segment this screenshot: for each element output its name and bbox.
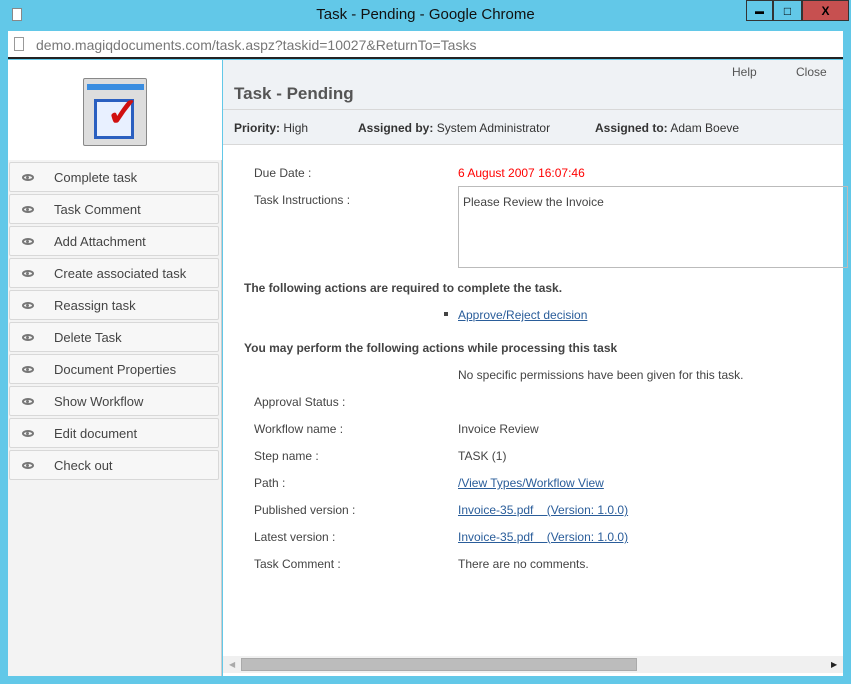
latest-version-link[interactable]: Invoice-35.pdf (Version: 1.0.0)	[458, 530, 628, 544]
minimize-button[interactable]: ▬	[746, 0, 773, 21]
window-title: Task - Pending - Google Chrome	[316, 6, 535, 23]
logo-area: ✓	[8, 60, 222, 160]
main-panel: Help Close Task - Pending Priority: High…	[223, 60, 848, 676]
sidebar-item-label: Create associated task	[54, 265, 187, 281]
instructions-label: Task Instructions :	[254, 193, 351, 207]
sidebar-item-label: Complete task	[54, 169, 138, 185]
step-name-value: TASK (1)	[458, 449, 507, 463]
sidebar-item-complete-task[interactable]: Complete task	[9, 162, 219, 192]
instructions-box[interactable]: Please Review the Invoice	[458, 186, 848, 268]
scroll-right-arrow-icon[interactable]: ▶	[831, 660, 837, 669]
eye-icon	[22, 429, 34, 437]
path-label: Path :	[254, 476, 286, 490]
sidebar-item-show-workflow[interactable]: Show Workflow	[9, 386, 219, 416]
optional-heading: You may perform the following actions wh…	[244, 341, 618, 355]
bullet-icon	[444, 312, 448, 316]
sidebar-item-task-comment[interactable]: Task Comment	[9, 194, 219, 224]
sidebar: ✓ Complete task Task Comment Add Attachm…	[8, 60, 222, 676]
sidebar-item-edit-document[interactable]: Edit document	[9, 418, 219, 448]
page-icon	[14, 37, 24, 51]
sidebar-item-label: Reassign task	[54, 297, 136, 313]
published-version-label: Published version :	[254, 503, 356, 517]
due-date-label: Due Date :	[254, 166, 312, 180]
scrollbar-thumb[interactable]	[241, 658, 637, 671]
eye-icon	[22, 237, 34, 245]
sidebar-item-add-attachment[interactable]: Add Attachment	[9, 226, 219, 256]
task-checkbox-icon: ✓	[83, 78, 147, 146]
eye-icon	[22, 461, 34, 469]
priority-value: High	[283, 121, 309, 135]
eye-icon	[22, 365, 34, 373]
path-link[interactable]: /View Types/Workflow View	[458, 476, 604, 490]
url-text[interactable]: demo.magiqdocuments.com/task.aspz?taskid…	[36, 37, 476, 53]
workflow-name-label: Workflow name :	[254, 422, 344, 436]
sidebar-item-document-properties[interactable]: Document Properties	[9, 354, 219, 384]
maximize-button[interactable]: □	[773, 0, 802, 21]
eye-icon	[22, 205, 34, 213]
assigned-to-label: Assigned to:	[595, 121, 668, 135]
optional-note: No specific permissions have been given …	[458, 368, 744, 382]
page-title: Task - Pending	[234, 84, 354, 103]
latest-version-label: Latest version :	[254, 530, 336, 544]
approve-reject-link[interactable]: Approve/Reject decision	[458, 308, 587, 322]
scroll-left-arrow-icon[interactable]: ◀	[229, 660, 235, 669]
due-date-value: 6 August 2007 16:07:46	[458, 166, 585, 180]
eye-icon	[22, 301, 34, 309]
sidebar-item-delete-task[interactable]: Delete Task	[9, 322, 219, 352]
task-comment-label: Task Comment :	[254, 557, 341, 571]
close-link[interactable]: Close	[796, 65, 827, 79]
priority-label: Priority:	[234, 121, 281, 135]
eye-icon	[22, 269, 34, 277]
sidebar-item-reassign-task[interactable]: Reassign task	[9, 290, 219, 320]
sidebar-item-label: Check out	[54, 457, 113, 473]
assigned-by-label: Assigned by:	[358, 121, 434, 135]
page-header: Help Close Task - Pending	[223, 60, 843, 110]
sidebar-item-create-associated-task[interactable]: Create associated task	[9, 258, 219, 288]
required-heading: The following actions are required to co…	[244, 281, 563, 295]
sidebar-item-label: Add Attachment	[54, 233, 146, 249]
sidebar-item-label: Edit document	[54, 425, 138, 441]
approval-status-label: Approval Status :	[254, 395, 346, 409]
step-name-label: Step name :	[254, 449, 319, 463]
workflow-name-value: Invoice Review	[458, 422, 539, 436]
task-comment-value: There are no comments.	[458, 557, 589, 571]
title-bar: Task - Pending - Google Chrome ▬ □ X	[0, 0, 851, 31]
eye-icon	[22, 333, 34, 341]
published-version-link[interactable]: Invoice-35.pdf (Version: 1.0.0)	[458, 503, 628, 517]
eye-icon	[22, 173, 34, 181]
sidebar-item-label: Show Workflow	[54, 393, 144, 409]
sidebar-item-label: Document Properties	[54, 361, 177, 377]
sidebar-item-label: Delete Task	[54, 329, 122, 345]
close-window-button[interactable]: X	[802, 0, 849, 21]
assigned-by-value: System Administrator	[436, 121, 551, 135]
sidebar-item-label: Task Comment	[54, 201, 141, 217]
assigned-to-value: Adam Boeve	[670, 121, 740, 135]
sidebar-item-check-out[interactable]: Check out	[9, 450, 219, 480]
task-info-bar: Priority: High Assigned by: System Admin…	[223, 110, 843, 145]
address-bar[interactable]: demo.magiqdocuments.com/task.aspz?taskid…	[8, 31, 843, 59]
eye-icon	[22, 397, 34, 405]
help-link[interactable]: Help	[732, 65, 757, 79]
horizontal-scrollbar[interactable]: ◀ ▶	[223, 656, 843, 673]
